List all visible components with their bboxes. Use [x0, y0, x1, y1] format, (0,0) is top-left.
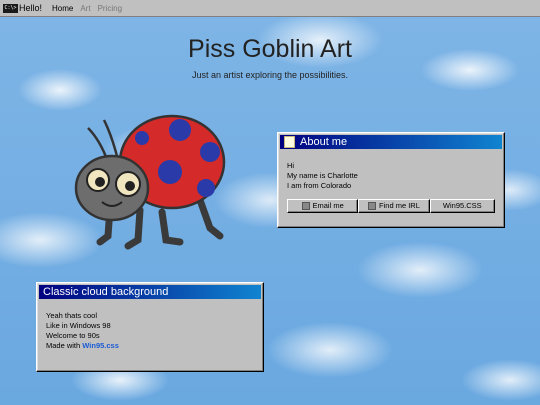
page-subtitle: Just an artist exploring the possibiliti… [191, 70, 349, 80]
cloud-titlebar[interactable]: Classic cloud background [39, 285, 261, 299]
cloud-window: Classic cloud background Yeah thats cool… [36, 282, 264, 372]
win95css-button[interactable]: Win95.CSS [429, 199, 495, 213]
nav-link-art[interactable]: Art [80, 4, 90, 13]
cloud-line: Welcome to 90s [46, 331, 100, 340]
find-me-button[interactable]: Find me IRL [358, 199, 430, 213]
page-title: Piss Goblin Art [188, 35, 352, 63]
cloud-line: Like in Windows 98 [46, 321, 111, 330]
document-icon [284, 136, 295, 148]
top-nav: C:\> Hello! Home Art Pricing [0, 0, 540, 17]
win95css-link[interactable]: Win95.css [82, 341, 119, 350]
about-title: About me [300, 136, 348, 148]
nav-link-pricing[interactable]: Pricing [98, 4, 122, 13]
brand-label: Hello! [19, 3, 43, 13]
about-body: Hi My name is Charlotte I am from Colora… [278, 151, 504, 219]
about-line: I am from Colorado [287, 181, 352, 190]
about-button-row: Email me Find me IRL Win95.CSS [287, 199, 495, 213]
brand[interactable]: C:\> Hello! [3, 3, 42, 13]
made-with-prefix: Made with [46, 341, 83, 350]
about-titlebar[interactable]: About me [280, 135, 502, 149]
cloud-title: Classic cloud background [43, 286, 169, 298]
win95css-button-label: Win95.CSS [442, 201, 482, 210]
cloud-body: Yeah thats cool Like in Windows 98 Welco… [37, 301, 263, 357]
map-icon [368, 202, 377, 210]
find-me-button-label: Find me IRL [379, 201, 420, 210]
email-button-label: Email me [312, 201, 344, 210]
about-window: About me Hi My name is Charlotte I am fr… [277, 132, 505, 228]
ladybug-illustration [74, 114, 226, 250]
nav-link-home[interactable]: Home [52, 4, 73, 13]
cloud-line: Yeah thats cool [46, 311, 98, 320]
mail-icon [301, 202, 310, 210]
about-line: My name is Charlotte [287, 171, 358, 180]
made-with-line: Made with Win95.css [46, 341, 254, 351]
terminal-icon: C:\> [3, 3, 18, 13]
email-button[interactable]: Email me [287, 199, 359, 213]
about-line: Hi [287, 161, 295, 170]
